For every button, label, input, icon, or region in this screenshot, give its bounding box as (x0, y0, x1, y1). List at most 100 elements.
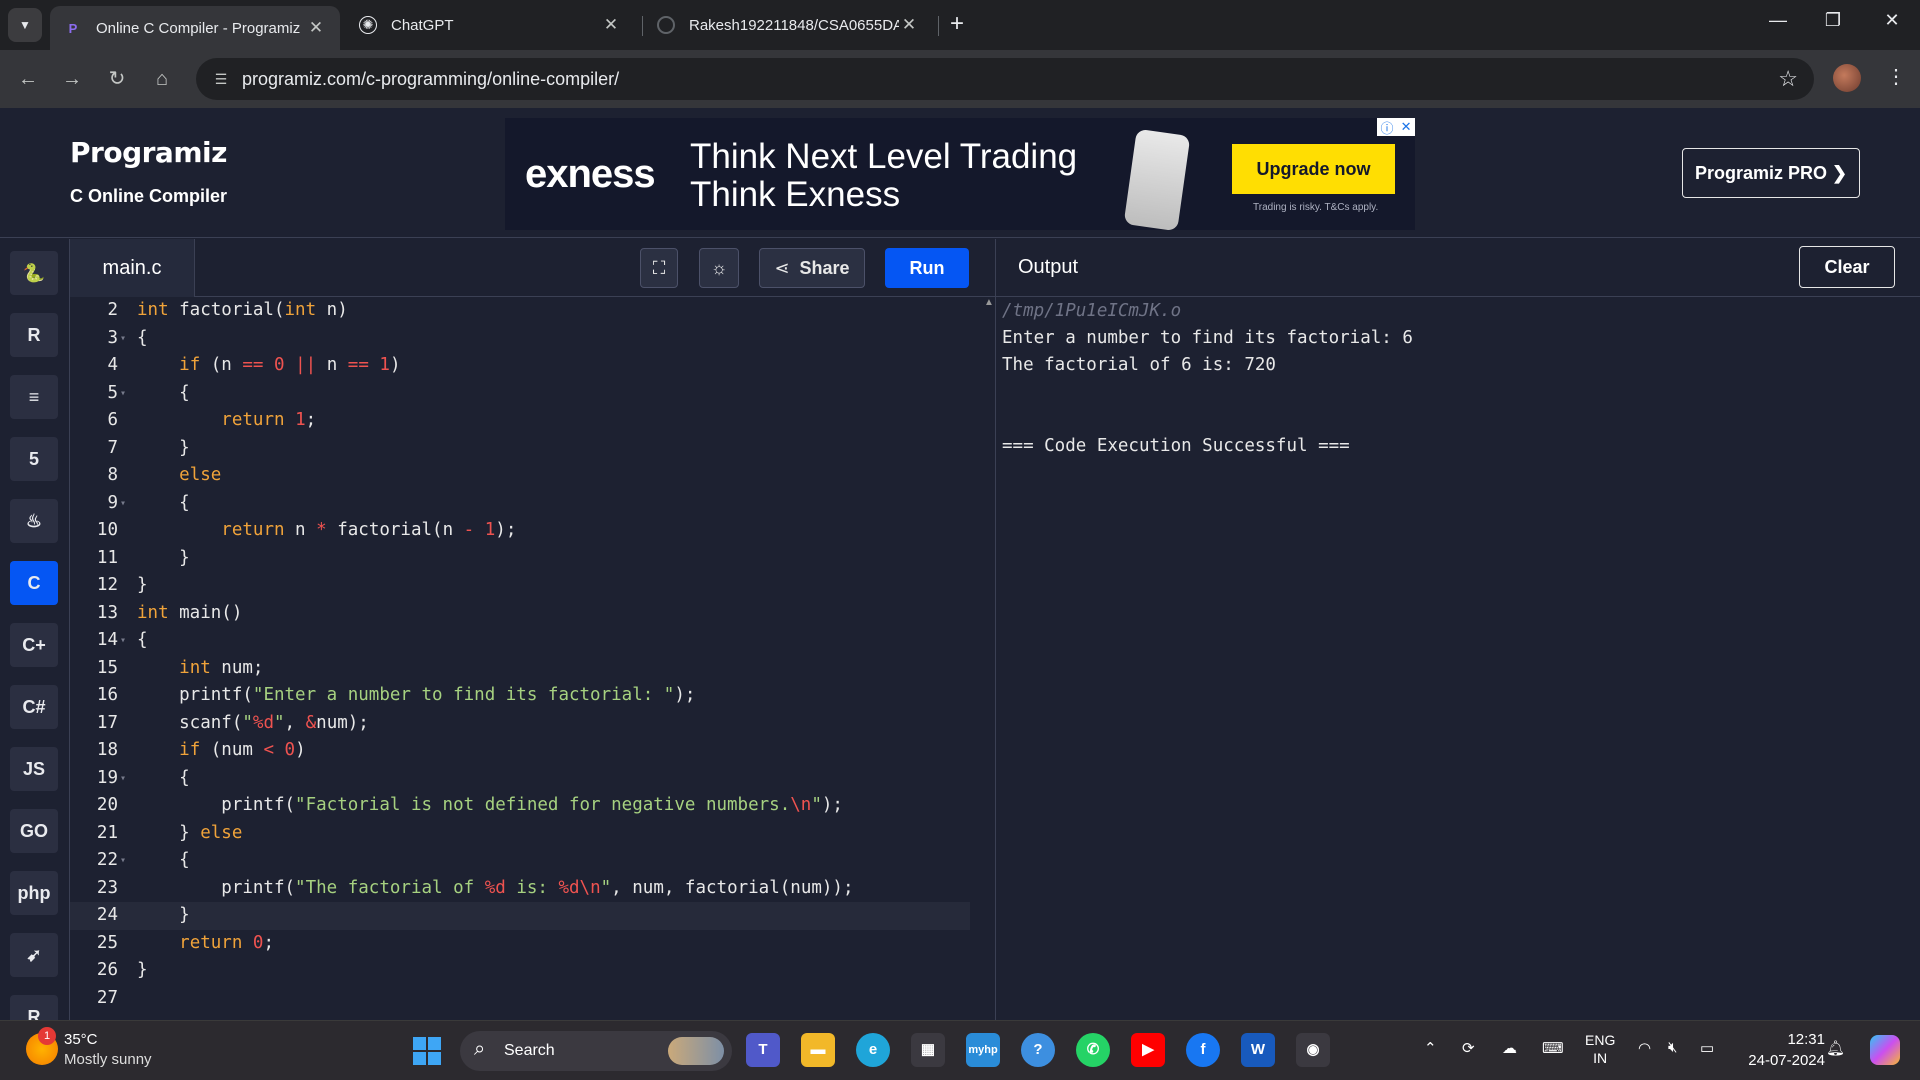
js-icon[interactable]: JS (10, 747, 58, 791)
fold-toggle-icon[interactable]: ▾ (120, 490, 126, 518)
advertisement-banner[interactable]: exness Think Next Level Trading Think Ex… (505, 118, 1415, 232)
code-line[interactable]: 13 int main() (70, 600, 970, 628)
code-line[interactable]: 18 if (num < 0) (70, 737, 970, 765)
code-line[interactable]: 27 (70, 985, 970, 1013)
fold-toggle-icon[interactable]: ▾ (120, 627, 126, 655)
code-line[interactable]: 9 ▾ { (70, 490, 970, 518)
share-button[interactable]: ⋖ Share (759, 248, 865, 288)
file-tab-main-c[interactable]: main.c (70, 239, 195, 297)
profile-avatar[interactable] (1833, 64, 1861, 92)
scroll-up-icon[interactable]: ▲ (984, 297, 994, 308)
site-info-icon[interactable]: ☰ (210, 68, 232, 90)
tab-programiz[interactable]: P Online C Compiler - Programiz ✕ (50, 6, 340, 50)
windows-start-icon[interactable] (413, 1037, 441, 1065)
fold-toggle-icon[interactable]: ▾ (120, 380, 126, 408)
code-line[interactable]: 10 return n * factorial(n - 1); (70, 517, 970, 545)
code-line[interactable]: 16 printf("Enter a number to find its fa… (70, 682, 970, 710)
ad-close-icon[interactable]: ✕ (1401, 119, 1412, 135)
rust-icon[interactable]: R (10, 995, 58, 1020)
close-tab-icon[interactable]: ✕ (601, 15, 621, 35)
php-icon[interactable]: php (10, 871, 58, 915)
code-line[interactable]: 15 int num; (70, 655, 970, 683)
fullscreen-button[interactable]: ⛶ (640, 248, 678, 288)
code-line[interactable]: 8 else (70, 462, 970, 490)
word-icon[interactable]: W (1241, 1033, 1275, 1067)
output-console[interactable]: /tmp/1Pu1eICmJK.o Enter a number to find… (995, 297, 1920, 1020)
file-explorer-icon[interactable]: ▬ (801, 1033, 835, 1067)
r-icon[interactable]: R (10, 313, 58, 357)
clock-date[interactable]: 24-07-2024 (1735, 1052, 1825, 1069)
fold-toggle-icon[interactable]: ▾ (120, 325, 126, 353)
programiz-logo[interactable]: Programiz (70, 136, 227, 169)
teams-icon[interactable]: T (746, 1033, 780, 1067)
code-line[interactable]: 21 } else (70, 820, 970, 848)
store-icon[interactable]: ▦ (911, 1033, 945, 1067)
fold-toggle-icon[interactable]: ▾ (120, 847, 126, 875)
code-line[interactable]: 4 if (n == 0 || n == 1) (70, 352, 970, 380)
volume-muted-icon[interactable]: 🔇︎ (1668, 1039, 1677, 1056)
myhp-icon[interactable]: myhp (966, 1033, 1000, 1067)
code-line[interactable]: 20 printf("Factorial is not defined for … (70, 792, 970, 820)
clear-button[interactable]: Clear (1799, 246, 1895, 288)
wifi-icon[interactable]: ◠ (1638, 1039, 1651, 1057)
notification-bell-icon[interactable]: 🔔︎ (1826, 1039, 1845, 1057)
clock-time[interactable]: 12:31 (1755, 1031, 1825, 1048)
code-line[interactable]: 2 int factorial(int n) (70, 297, 970, 325)
code-line[interactable]: 26} (70, 957, 970, 985)
programiz-pro-button[interactable]: Programiz PRO ❯ (1682, 148, 1860, 198)
code-line[interactable]: 5 ▾ { (70, 380, 970, 408)
code-line[interactable]: 24 } (70, 902, 970, 930)
code-line[interactable]: 25 return 0; (70, 930, 970, 958)
close-tab-icon[interactable]: ✕ (899, 15, 919, 35)
python-icon[interactable]: 🐍 (10, 251, 58, 295)
code-line[interactable]: 6 return 1; (70, 407, 970, 435)
tab-search-button[interactable]: ▼ (8, 8, 42, 42)
code-line[interactable]: 22 ▾ { (70, 847, 970, 875)
reload-button[interactable]: ↻ (103, 65, 131, 93)
bookmark-star-icon[interactable]: ☆ (1778, 66, 1798, 92)
onedrive-icon[interactable]: ☁ (1502, 1039, 1517, 1057)
weather-description[interactable]: Mostly sunny (64, 1051, 152, 1068)
help-icon[interactable]: ? (1021, 1033, 1055, 1067)
cpp-icon[interactable]: C+ (10, 623, 58, 667)
code-line[interactable]: 14 ▾ { (70, 627, 970, 655)
whatsapp-icon[interactable]: ✆ (1076, 1033, 1110, 1067)
weather-temperature[interactable]: 35°C (64, 1031, 98, 1048)
keyboard-icon[interactable]: ⌨ (1542, 1039, 1564, 1057)
show-hidden-icons-icon[interactable]: ⌃ (1424, 1039, 1437, 1057)
minimize-button[interactable]: — (1763, 10, 1793, 31)
swift-icon[interactable]: ➹ (10, 933, 58, 977)
csharp-icon[interactable]: C# (10, 685, 58, 729)
c-icon[interactable]: C (10, 561, 58, 605)
youtube-icon[interactable]: ▶ (1131, 1033, 1165, 1067)
taskbar-search[interactable]: ⌕ Search (460, 1031, 732, 1071)
sync-icon[interactable]: ⟳ (1462, 1039, 1475, 1057)
code-line[interactable]: 12} (70, 572, 970, 600)
input-language[interactable]: ENG IN (1585, 1031, 1615, 1067)
html-icon[interactable]: 5 (10, 437, 58, 481)
edge-icon[interactable]: e (856, 1033, 890, 1067)
java-icon[interactable]: ♨ (10, 499, 58, 543)
code-line[interactable]: 11 } (70, 545, 970, 573)
fold-toggle-icon[interactable]: ▾ (120, 765, 126, 793)
tab-chatgpt[interactable]: ✺ ChatGPT ✕ (345, 6, 635, 44)
code-line[interactable]: 19 ▾ { (70, 765, 970, 793)
sql-icon[interactable]: ≡ (10, 375, 58, 419)
copilot-icon[interactable] (1870, 1035, 1900, 1065)
ad-cta-button[interactable]: Upgrade now (1232, 144, 1395, 194)
browser-menu-icon[interactable]: ⋮ (1886, 64, 1906, 89)
code-editor[interactable]: 2 int factorial(int n) 3 ▾{4 if (n == 0 || … (70, 297, 995, 1020)
home-button[interactable]: ⌂ (148, 65, 176, 93)
theme-toggle-button[interactable]: ☼ (699, 248, 739, 288)
tab-github[interactable]: Rakesh192211848/CSA0655DA/ ✕ (643, 6, 933, 44)
new-tab-button[interactable]: + (950, 10, 964, 38)
ad-info-icon[interactable]: ⓘ (1381, 118, 1394, 137)
code-line[interactable]: 17 scanf("%d", &num); (70, 710, 970, 738)
close-window-button[interactable]: ✕ (1877, 10, 1907, 31)
close-tab-icon[interactable]: ✕ (306, 18, 326, 38)
code-line[interactable]: 7 } (70, 435, 970, 463)
code-line[interactable]: 3 ▾ { (70, 325, 970, 353)
back-button[interactable]: ← (14, 65, 42, 93)
forward-button[interactable]: → (58, 65, 86, 93)
restore-button[interactable]: ❐ (1818, 10, 1848, 31)
